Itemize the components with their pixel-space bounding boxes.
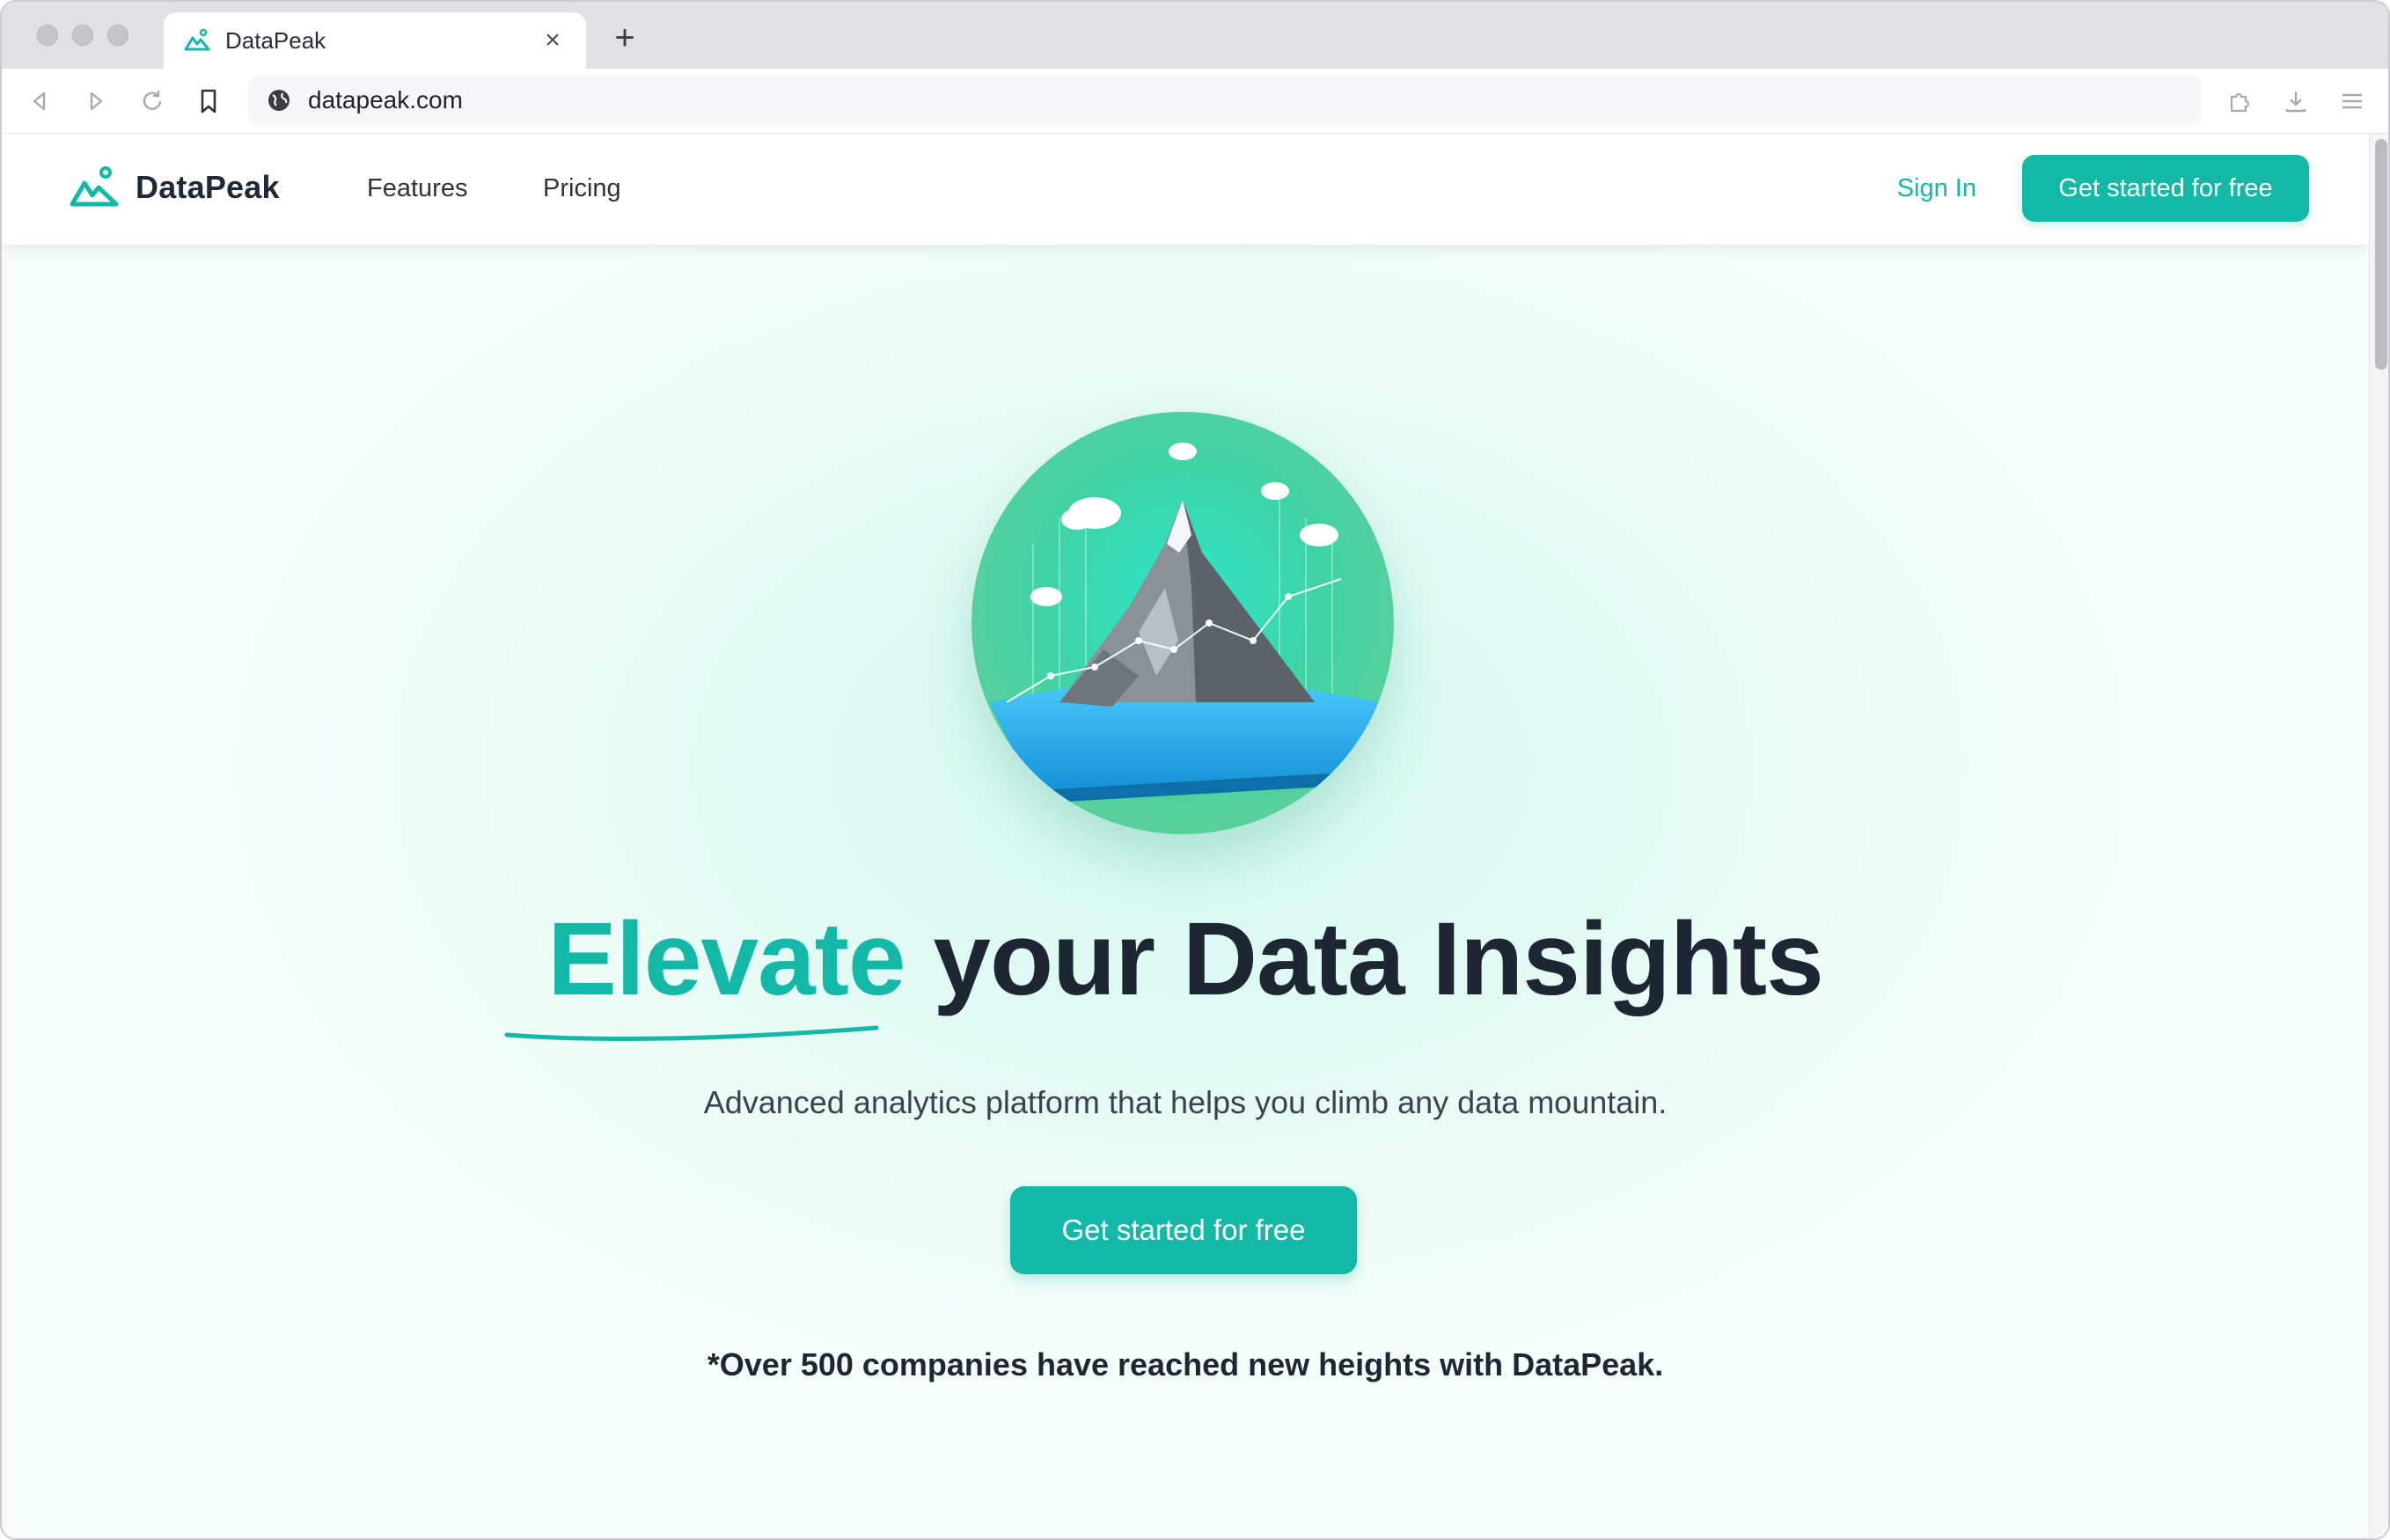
headline-accent-word: Elevate: [547, 901, 905, 1017]
close-window-button[interactable]: [37, 25, 58, 46]
header-get-started-button[interactable]: Get started for free: [2022, 155, 2309, 222]
headline-rest: your Data Insights: [933, 901, 1823, 1017]
forward-arrow-icon[interactable]: [79, 84, 113, 118]
minimize-window-button[interactable]: [72, 25, 93, 46]
scrollbar-thumb[interactable]: [2375, 139, 2387, 370]
page-scrollbar[interactable]: [2369, 134, 2388, 1538]
close-tab-icon[interactable]: ×: [539, 26, 567, 55]
address-bar[interactable]: datapeak.com: [248, 76, 2202, 125]
new-tab-button[interactable]: +: [609, 20, 641, 55]
nav-link-features[interactable]: Features: [367, 174, 467, 203]
page-viewport: DataPeak Features Pricing Sign In Get st…: [2, 134, 2388, 1538]
globe-icon[interactable]: [266, 87, 292, 114]
puzzle-icon[interactable]: [2223, 84, 2256, 118]
tab-title: DataPeak: [225, 26, 326, 54]
mountain-logo-icon: [69, 162, 120, 213]
site-header: DataPeak Features Pricing Sign In Get st…: [2, 134, 2369, 245]
hero-mountain-illustration: [971, 412, 1394, 834]
mountain-logo-icon: [183, 26, 211, 55]
hero-get-started-button[interactable]: Get started for free: [1010, 1186, 1357, 1274]
browser-toolbar: datapeak.com: [2, 69, 2388, 134]
sign-in-link[interactable]: Sign In: [1897, 174, 1976, 203]
brand-logo-link[interactable]: DataPeak: [69, 162, 280, 213]
nav-link-pricing[interactable]: Pricing: [543, 174, 621, 203]
tab-strip: DataPeak × +: [2, 2, 2388, 69]
download-icon[interactable]: [2279, 84, 2313, 118]
hero-subheadline: Advanced analytics platform that helps y…: [703, 1084, 1668, 1120]
back-arrow-icon[interactable]: [23, 84, 56, 118]
browser-window: DataPeak × + datapeak.com DataPeak Featu…: [0, 0, 2390, 1540]
maximize-window-button[interactable]: [107, 25, 128, 46]
reload-icon[interactable]: [136, 84, 169, 118]
social-proof-text: *Over 500 companies have reached new hei…: [707, 1346, 1664, 1382]
hamburger-menu-icon[interactable]: [2335, 84, 2369, 118]
window-controls: [37, 25, 128, 46]
url-text[interactable]: datapeak.com: [308, 86, 463, 114]
hero-headline: Elevate your Data Insights: [2, 898, 2369, 1021]
headline-underline-stroke: [504, 1025, 879, 1041]
tab-datapeak[interactable]: DataPeak ×: [164, 12, 586, 69]
brand-name: DataPeak: [136, 169, 280, 205]
bookmark-icon[interactable]: [192, 84, 225, 118]
